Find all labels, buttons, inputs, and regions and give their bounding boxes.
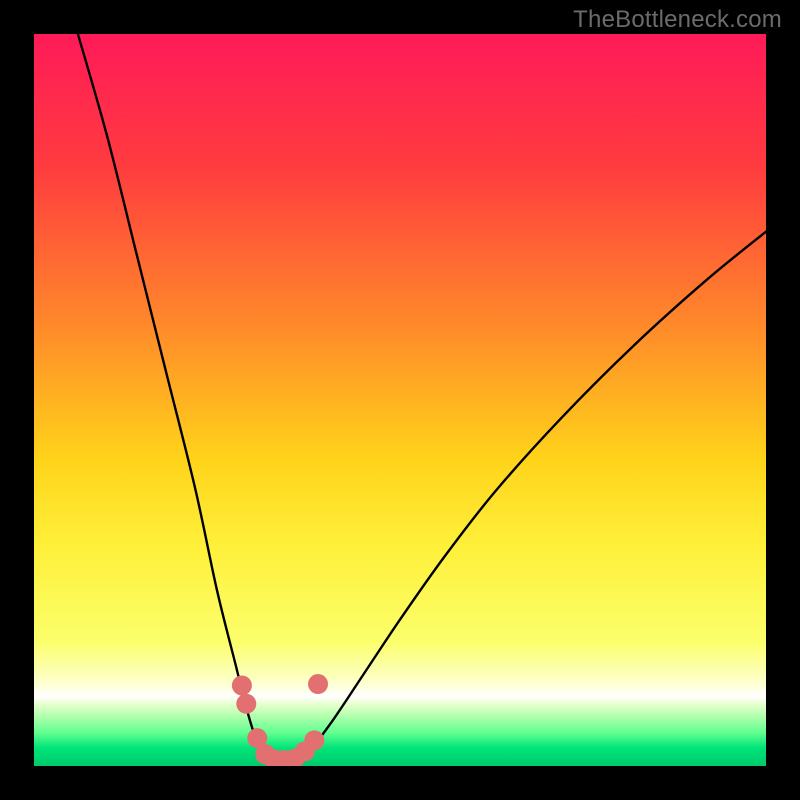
marker-dot	[308, 674, 328, 694]
bottleneck-curve-chart	[34, 34, 766, 766]
marker-dot	[232, 675, 252, 695]
watermark-text: TheBottleneck.com	[573, 6, 782, 34]
marker-dot	[304, 730, 324, 750]
plot-area	[34, 34, 766, 766]
chart-frame: TheBottleneck.com	[0, 0, 800, 800]
marker-dot	[236, 694, 256, 714]
gradient-background	[34, 34, 766, 766]
